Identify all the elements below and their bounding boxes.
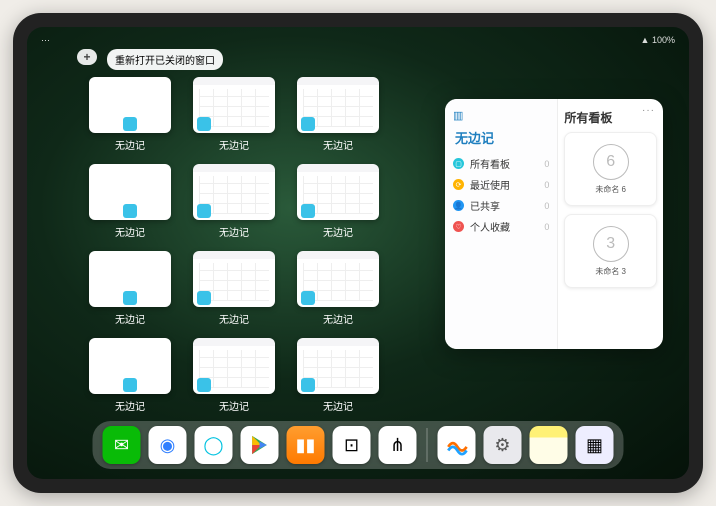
graph-icon[interactable]: ⋔: [379, 426, 417, 464]
reopen-closed-window-button[interactable]: 重新打开已关闭的窗口: [107, 49, 223, 70]
ipad-frame: ⋯ ▲ 100% + 重新打开已关闭的窗口 无边记无边记无边记无边记无边记无边记…: [13, 13, 703, 493]
board-thumbnail: 6: [593, 144, 629, 180]
sidebar-item[interactable]: ⟳ 最近使用 0: [453, 174, 549, 195]
settings-icon[interactable]: ⚙: [484, 426, 522, 464]
sidebar-item-count: 0: [544, 222, 549, 232]
sidebar-item-count: 0: [544, 180, 549, 190]
window-label: 无边记: [219, 311, 249, 326]
window-thumbnail: [89, 251, 171, 307]
app-window[interactable]: 无边记: [89, 164, 171, 239]
app-window[interactable]: 无边记: [89, 251, 171, 326]
app-window[interactable]: 无边记: [89, 77, 171, 152]
window-label: 无边记: [323, 398, 353, 413]
dock-separator: [427, 428, 428, 462]
app-window[interactable]: 无边记: [89, 338, 171, 413]
category-icon: ▢: [453, 158, 464, 169]
app-window[interactable]: 无边记: [297, 338, 379, 413]
window-label: 无边记: [219, 224, 249, 239]
sidebar-item[interactable]: 👤 已共享 0: [453, 195, 549, 216]
reopen-label: 重新打开已关闭的窗口: [115, 56, 215, 67]
sidebar-item-count: 0: [544, 201, 549, 211]
window-label: 无边记: [323, 137, 353, 152]
battery-label: 100%: [652, 35, 675, 45]
freeform-icon[interactable]: [438, 426, 476, 464]
freeform-popover: ··· ▥ 无边记 ▢ 所有看板 0⟳ 最近使用 0👤 已共享 0♡ 个人收藏 …: [445, 99, 663, 349]
window-thumbnail: [297, 251, 379, 307]
window-thumbnail: [297, 338, 379, 394]
app-switcher-grid: 无边记无边记无边记无边记无边记无边记无边记无边记无边记无边记无边记无边记: [89, 77, 483, 413]
qq-browser-icon[interactable]: ◉: [149, 426, 187, 464]
window-thumbnail: [89, 164, 171, 220]
window-label: 无边记: [219, 137, 249, 152]
board-name: 未命名 6: [595, 184, 626, 195]
window-thumbnail: [193, 164, 275, 220]
game-icon[interactable]: ⊡: [333, 426, 371, 464]
status-bar: ⋯ ▲ 100%: [27, 31, 689, 49]
popover-title: 无边记: [455, 128, 549, 147]
app-library-icon[interactable]: ▦: [576, 426, 614, 464]
browser-icon[interactable]: ◯: [195, 426, 233, 464]
wechat-icon[interactable]: ✉: [103, 426, 141, 464]
screen: ⋯ ▲ 100% + 重新打开已关闭的窗口 无边记无边记无边记无边记无边记无边记…: [27, 27, 689, 479]
status-dots: ⋯: [41, 35, 50, 46]
window-label: 无边记: [115, 311, 145, 326]
popover-sidebar: ▥ 无边记 ▢ 所有看板 0⟳ 最近使用 0👤 已共享 0♡ 个人收藏 0: [445, 99, 558, 349]
app-window[interactable]: 无边记: [193, 164, 275, 239]
app-window[interactable]: 无边记: [193, 77, 275, 152]
board-card[interactable]: 6 未命名 6: [564, 132, 657, 206]
sidebar-item-label: 个人收藏: [470, 219, 510, 234]
window-thumbnail: [193, 77, 275, 133]
app-window[interactable]: 无边记: [297, 164, 379, 239]
app-window[interactable]: 无边记: [297, 77, 379, 152]
popover-content: 所有看板 6 未命名 63 未命名 3: [558, 99, 663, 349]
sidebar-item[interactable]: ♡ 个人收藏 0: [453, 216, 549, 237]
sidebar-item-count: 0: [544, 159, 549, 169]
window-thumbnail: [297, 164, 379, 220]
category-icon: 👤: [453, 200, 464, 211]
window-thumbnail: [193, 338, 275, 394]
sidebar-item[interactable]: ▢ 所有看板 0: [453, 153, 549, 174]
board-thumbnail: 3: [593, 226, 629, 262]
window-label: 无边记: [115, 398, 145, 413]
board-name: 未命名 3: [595, 266, 626, 277]
plus-icon: +: [83, 50, 90, 64]
app-window[interactable]: 无边记: [193, 338, 275, 413]
notes-icon[interactable]: [530, 426, 568, 464]
window-label: 无边记: [323, 224, 353, 239]
sidebar-item-label: 最近使用: [470, 177, 510, 192]
add-window-button[interactable]: +: [77, 49, 97, 65]
window-thumbnail: [297, 77, 379, 133]
dock: ✉◉◯ ▮▮⊡⋔ ⚙ ▦: [93, 421, 624, 469]
books-icon[interactable]: ▮▮: [287, 426, 325, 464]
more-icon[interactable]: ···: [642, 105, 655, 116]
window-label: 无边记: [219, 398, 249, 413]
window-thumbnail: [89, 77, 171, 133]
window-thumbnail: [89, 338, 171, 394]
window-label: 无边记: [115, 137, 145, 152]
category-icon: ⟳: [453, 179, 464, 190]
window-label: 无边记: [115, 224, 145, 239]
sidebar-item-label: 所有看板: [470, 156, 510, 171]
play-store-icon[interactable]: [241, 426, 279, 464]
window-thumbnail: [193, 251, 275, 307]
wifi-icon: ▲: [641, 35, 650, 45]
app-window[interactable]: 无边记: [297, 251, 379, 326]
category-icon: ♡: [453, 221, 464, 232]
sidebar-item-label: 已共享: [470, 198, 500, 213]
app-window[interactable]: 无边记: [193, 251, 275, 326]
window-label: 无边记: [323, 311, 353, 326]
board-card[interactable]: 3 未命名 3: [564, 214, 657, 288]
sidebar-toggle-icon[interactable]: ▥: [453, 109, 549, 122]
